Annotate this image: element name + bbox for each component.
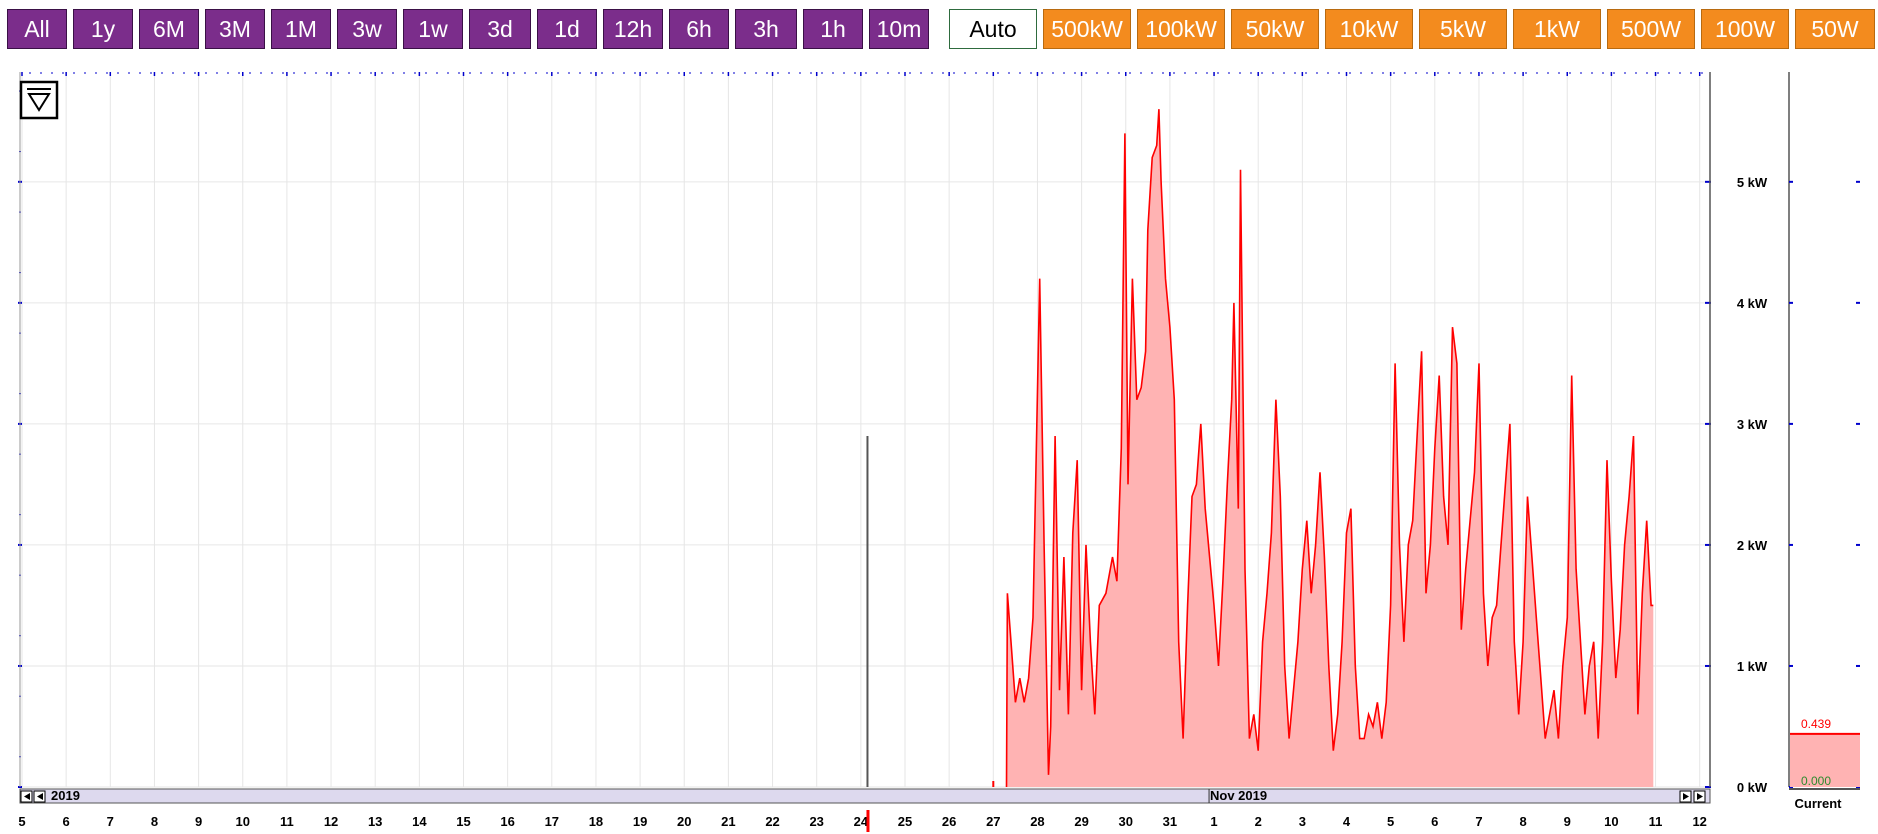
range-button-1h[interactable]: 1h	[803, 9, 863, 49]
scale-button-500w[interactable]: 500W	[1607, 9, 1695, 49]
x-tick-label: 29	[1074, 814, 1088, 829]
scale-button-50kw[interactable]: 50kW	[1231, 9, 1319, 49]
range-button-10m[interactable]: 10m	[869, 9, 929, 49]
x-tick-label: 26	[942, 814, 956, 829]
range-button-1m[interactable]: 1M	[271, 9, 331, 49]
x-tick-label: 25	[898, 814, 912, 829]
chart-menu-button[interactable]	[19, 80, 59, 120]
x-tick-label: 17	[545, 814, 559, 829]
x-tick-label: 8	[1519, 814, 1526, 829]
x-tick-label: 12	[1692, 814, 1706, 829]
current-label: Current	[1795, 796, 1843, 811]
range-button-3w[interactable]: 3w	[337, 9, 397, 49]
range-button-3h[interactable]: 3h	[735, 9, 797, 49]
x-tick-label: 20	[677, 814, 691, 829]
current-value: 0.439	[1801, 717, 1831, 731]
x-tick-label: 11	[1649, 814, 1663, 829]
range-button-all[interactable]: All	[7, 9, 67, 49]
scale-button-500kw[interactable]: 500kW	[1043, 9, 1131, 49]
x-tick-label: 16	[500, 814, 514, 829]
x-axis-labels: 5 6 7 8 9 10 11 12 13 14 15 16 17 18 19 20 21 22 23 24 25 26 2…	[18, 814, 1707, 829]
x-tick-label: 7	[107, 814, 114, 829]
y-axis-labels: 0 kW 1 kW 2 kW 3 kW 4 kW 5 kW	[1737, 175, 1768, 795]
x-tick-label: 10	[236, 814, 250, 829]
scale-button-50w[interactable]: 50W	[1795, 9, 1875, 49]
toolbar: All 1y 6M 3M 1M 3w 1w 3d 1d 12h 6h 3h 1h…	[0, 0, 1878, 56]
x-tick-label: 21	[721, 814, 735, 829]
x-tick-label: 6	[1431, 814, 1438, 829]
scale-button-10kw[interactable]: 10kW	[1325, 9, 1413, 49]
navigator-track[interactable]	[19, 788, 1711, 804]
x-tick-label: 30	[1119, 814, 1133, 829]
x-tick-label: 22	[765, 814, 779, 829]
x-tick-label: 14	[412, 814, 427, 829]
y-tick-label: 1 kW	[1737, 659, 1768, 674]
auto-scale-button[interactable]: Auto	[949, 9, 1037, 49]
x-tick-label: 23	[809, 814, 823, 829]
y-tick-label: 4 kW	[1737, 296, 1768, 311]
x-tick-label: 2	[1255, 814, 1262, 829]
range-button-3d[interactable]: 3d	[469, 9, 531, 49]
current-panel: 0.439 0.000 Current	[1788, 72, 1860, 811]
y-tick-label: 5 kW	[1737, 175, 1768, 190]
y-tick-label: 0 kW	[1737, 780, 1768, 795]
range-button-1d[interactable]: 1d	[537, 9, 597, 49]
range-button-6m[interactable]: 6M	[139, 9, 199, 49]
x-tick-label: 8	[151, 814, 158, 829]
scale-button-5kw[interactable]: 5kW	[1419, 9, 1507, 49]
x-tick-label: 13	[368, 814, 382, 829]
x-tick-label: 7	[1475, 814, 1482, 829]
x-tick-label: 10	[1604, 814, 1618, 829]
current-time-marker	[866, 810, 870, 832]
x-tick-label: 12	[324, 814, 338, 829]
range-button-1y[interactable]: 1y	[73, 9, 133, 49]
x-tick-label: 18	[589, 814, 603, 829]
range-button-3m[interactable]: 3M	[205, 9, 265, 49]
x-tick-label: 4	[1343, 814, 1351, 829]
y-tick-label: 3 kW	[1737, 417, 1768, 432]
y-tick-label: 2 kW	[1737, 538, 1768, 553]
x-tick-label: 19	[633, 814, 647, 829]
x-tick-label: 6	[63, 814, 70, 829]
x-tick-label: 1	[1210, 814, 1217, 829]
x-tick-label: 31	[1163, 814, 1177, 829]
x-tick-label: 27	[986, 814, 1000, 829]
range-button-6h[interactable]: 6h	[669, 9, 729, 49]
x-tick-label: 9	[1564, 814, 1571, 829]
x-tick-label: 28	[1030, 814, 1044, 829]
x-tick-label: 3	[1299, 814, 1306, 829]
scale-button-100kw[interactable]: 100kW	[1137, 9, 1225, 49]
power-chart: 0 kW1 kW2 kW3 kW4 kW5 kW 5 6 7 8 9 10 11 12 13 14…	[18, 72, 1860, 832]
x-tick-label: 5	[1387, 814, 1394, 829]
scale-button-1kw[interactable]: 1kW	[1513, 9, 1601, 49]
month-label: 2019	[51, 788, 80, 803]
current-baseline-value: 0.000	[1801, 774, 1831, 788]
x-tick-label: 9	[195, 814, 202, 829]
range-button-1w[interactable]: 1w	[403, 9, 463, 49]
month-label: Nov 2019	[1210, 788, 1267, 803]
x-tick-label: 5	[18, 814, 25, 829]
scale-button-100w[interactable]: 100W	[1701, 9, 1789, 49]
x-tick-label: 15	[456, 814, 470, 829]
range-button-12h[interactable]: 12h	[603, 9, 663, 49]
x-tick-label: 11	[280, 814, 294, 829]
